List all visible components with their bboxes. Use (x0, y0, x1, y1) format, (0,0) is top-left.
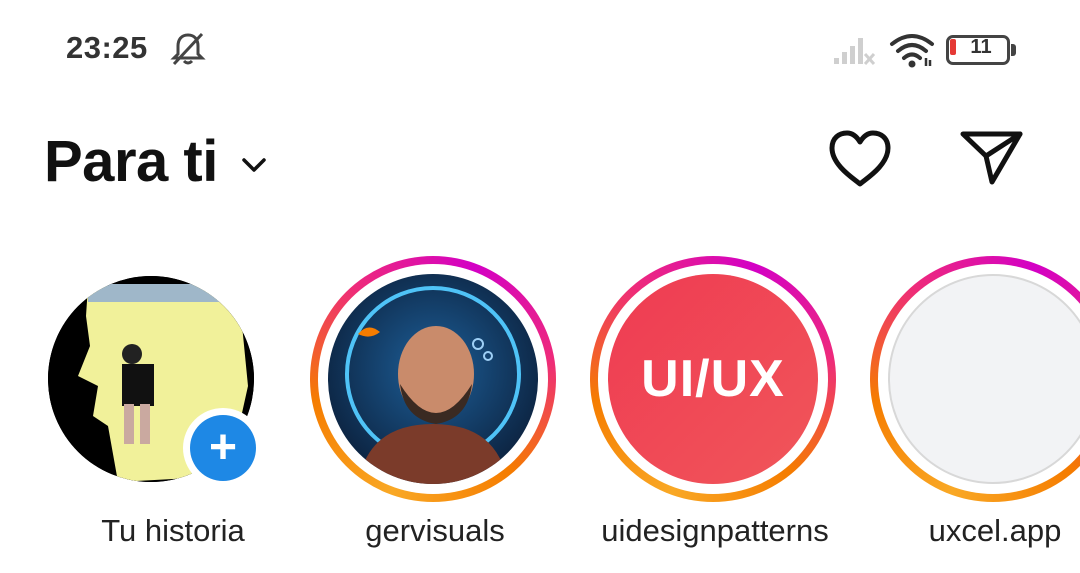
status-time: 23:25 (66, 30, 148, 65)
story-uxcel[interactable]: uxcel.app (870, 256, 1080, 556)
battery-icon: 11 (946, 35, 1016, 67)
gervisuals-avatar-image (328, 274, 538, 484)
status-bar: 23:25 11 (0, 0, 1080, 100)
avatar: UI/UX (608, 274, 818, 484)
battery-level: 11 (970, 36, 992, 58)
story-label: gervisuals (365, 513, 505, 548)
signal-icon (834, 38, 876, 66)
avatar-logo-text: UI/UX (641, 350, 785, 408)
send-icon[interactable] (958, 126, 1024, 188)
story-gervisuals[interactable]: gervisuals (310, 256, 560, 556)
heart-icon[interactable] (826, 128, 894, 190)
add-story-button[interactable]: + (183, 408, 263, 488)
bell-muted-icon (170, 32, 206, 66)
story-label: uxcel.app (928, 513, 1062, 548)
avatar (328, 274, 538, 484)
page-title: Para ti (44, 129, 218, 194)
story-label: uidesignpatterns (601, 513, 829, 548)
story-uidesignpatterns[interactable]: UI/UX uidesignpatterns (590, 256, 840, 556)
story-label: Tu historia (101, 513, 245, 548)
chevron-down-icon (242, 157, 266, 172)
plus-icon: + (190, 415, 256, 481)
story-own[interactable]: + Tu historia (48, 256, 298, 556)
feed-selector[interactable]: Para ti (44, 128, 268, 195)
wifi-icon (890, 34, 934, 68)
